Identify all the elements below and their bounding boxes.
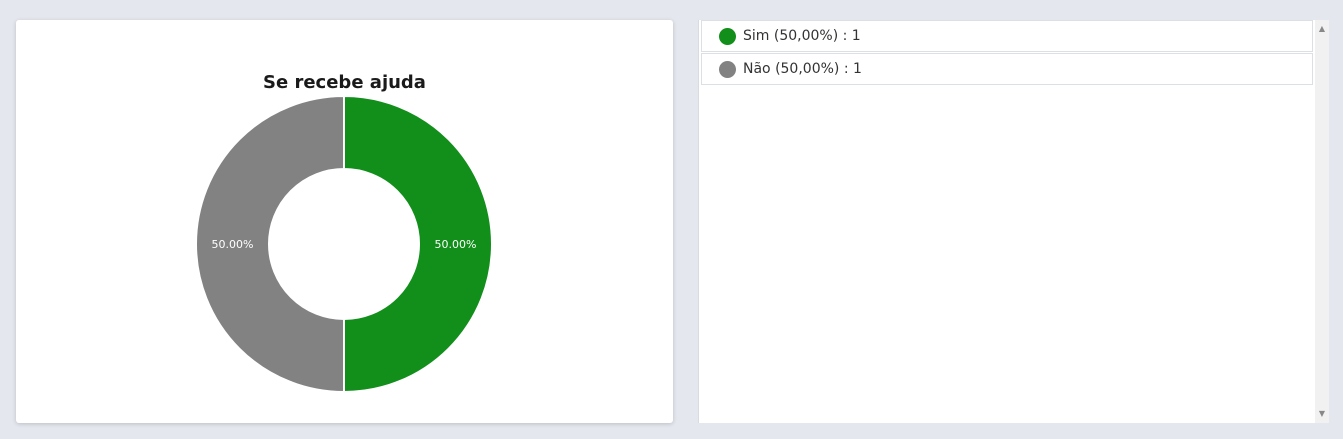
chart-card: Se recebe ajuda 50.00% 50.00% — [16, 20, 673, 423]
legend-label-nao: Não (50,00%) : 1 — [743, 61, 862, 77]
scroll-down-arrow-icon[interactable]: ▼ — [1315, 407, 1329, 421]
legend-item-nao[interactable]: Não (50,00%) : 1 — [701, 53, 1313, 85]
donut-chart: 50.00% 50.00% — [195, 94, 493, 394]
legend-panel: Sim (50,00%) : 1 Não (50,00%) : 1 — [698, 20, 1316, 423]
legend-label-sim: Sim (50,00%) : 1 — [743, 28, 861, 44]
legend-swatch-sim — [719, 28, 736, 45]
slice-percent-label: 50.00% — [212, 238, 254, 251]
slice-percent-label: 50.00% — [435, 238, 477, 251]
vertical-scrollbar[interactable]: ▲ ▼ — [1315, 20, 1329, 423]
scroll-up-arrow-icon[interactable]: ▲ — [1315, 22, 1329, 36]
legend-item-sim[interactable]: Sim (50,00%) : 1 — [701, 20, 1313, 52]
legend-swatch-nao — [719, 61, 736, 78]
